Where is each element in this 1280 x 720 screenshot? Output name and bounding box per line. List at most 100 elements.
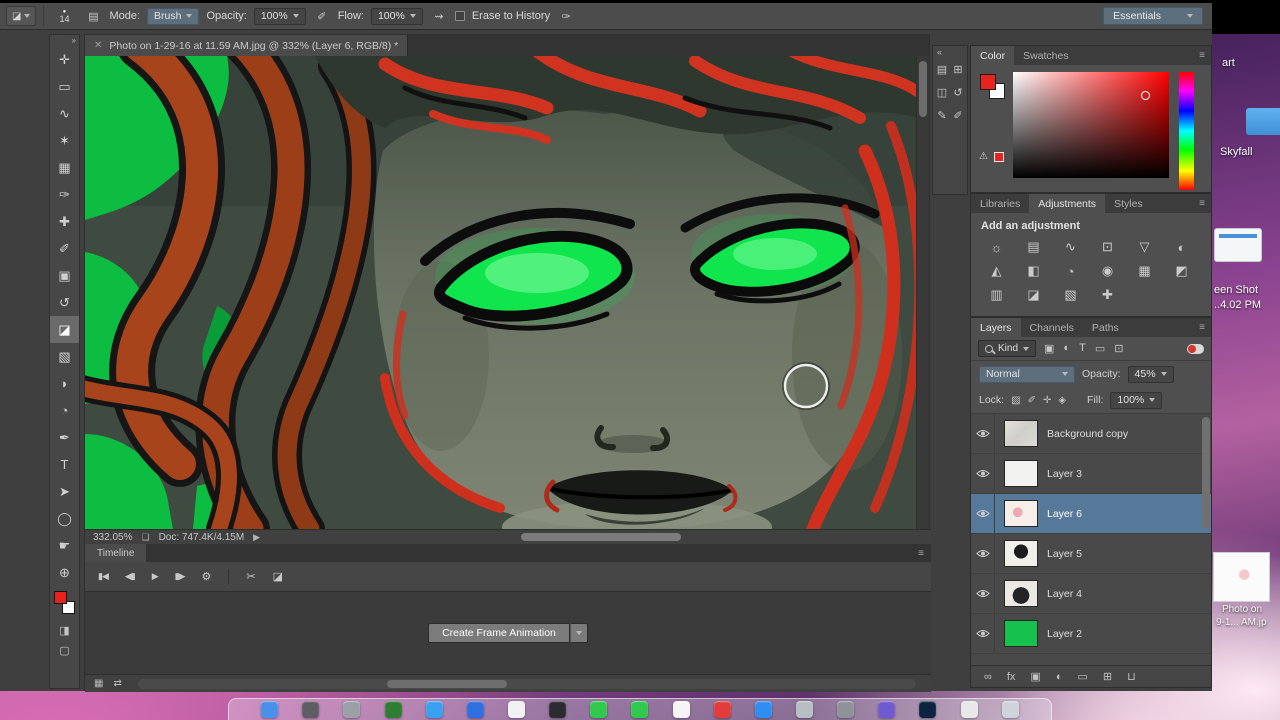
adjustment-color-lookup-icon[interactable]: ▦ (1126, 259, 1163, 283)
pressure-size-icon[interactable]: ✑ (557, 7, 575, 25)
adjustment-posterize-icon[interactable]: ▥ (978, 283, 1015, 307)
tab-color[interactable]: Color (971, 46, 1015, 65)
timeline-convert-icon[interactable]: ⇄ (113, 678, 121, 689)
pen-tool[interactable]: ✒ (50, 424, 79, 451)
opacity-dropdown[interactable]: 100% (253, 7, 306, 25)
layer-visibility-eye-icon[interactable] (971, 574, 995, 613)
dock-mail-icon[interactable] (466, 701, 484, 718)
path-selection-tool[interactable]: ➤ (50, 478, 79, 505)
adjustment-channel-mixer-icon[interactable]: ◉ (1089, 259, 1126, 283)
adjustment-gradient-map-icon[interactable]: ▧ (1052, 283, 1089, 307)
layer-thumbnail[interactable] (1004, 620, 1038, 647)
dock-messages-icon[interactable] (631, 701, 649, 718)
layer-visibility-eye-icon[interactable] (971, 534, 995, 573)
tab-styles[interactable]: Styles (1105, 194, 1152, 213)
navigator-panel-icon[interactable]: ⊞ (950, 58, 966, 81)
quick-mask-button[interactable]: ◨ (50, 620, 79, 640)
filter-adjustment-layers-icon[interactable]: ◐ (1063, 342, 1070, 355)
blur-tool[interactable]: ◗ (50, 370, 79, 397)
layer-name[interactable]: Layer 2 (1047, 628, 1082, 640)
lock-pixels-icon[interactable]: ✐ (1028, 395, 1036, 406)
saturation-brightness-field[interactable] (1013, 72, 1169, 178)
horizontal-scrollbar-thumb[interactable] (521, 533, 681, 541)
adjustment-exposure-icon[interactable]: ⊡ (1089, 235, 1126, 259)
clone-stamp-tool[interactable]: ▣ (50, 262, 79, 289)
timeline-scrollbar[interactable] (137, 678, 916, 689)
previous-frame-button[interactable]: ◀▮ (125, 571, 136, 582)
dock-facetime-icon[interactable] (590, 701, 608, 718)
tab-swatches[interactable]: Swatches (1014, 46, 1078, 65)
pressure-opacity-icon[interactable]: ✐ (313, 7, 331, 25)
eraser-tool[interactable]: ◪ (50, 316, 79, 343)
foreground-color-well[interactable] (980, 74, 996, 90)
zoom-tool[interactable]: ⊕ (50, 559, 79, 586)
adjustment-levels-icon[interactable]: ▤ (1015, 235, 1052, 259)
dock-photos-icon[interactable] (507, 701, 525, 718)
layer-visibility-eye-icon[interactable] (971, 414, 995, 453)
play-button[interactable]: ▶ (152, 571, 159, 582)
hand-tool[interactable]: ☛ (50, 532, 79, 559)
transition-icon[interactable]: ◪ (273, 570, 283, 583)
delete-layer-icon[interactable]: ⊔ (1127, 670, 1136, 683)
info-panel-icon[interactable]: ◫ (934, 81, 950, 104)
gradient-tool[interactable]: ▧ (50, 343, 79, 370)
tab-layers[interactable]: Layers (971, 318, 1021, 337)
foreground-color-swatch[interactable] (54, 591, 67, 604)
timeline-frames-icon[interactable]: ▦ (94, 678, 103, 689)
desktop-photo-label-2[interactable]: 9-1... AM.jp (1216, 617, 1267, 628)
vertical-scrollbar[interactable] (916, 56, 929, 529)
canvas[interactable] (85, 56, 918, 529)
first-frame-button[interactable]: ▮◀ (98, 571, 109, 582)
dodge-tool[interactable]: ◔ (50, 397, 79, 424)
vertical-scrollbar-thumb[interactable] (919, 61, 927, 117)
desktop-icon-label-skyfall[interactable]: Skyfall (1220, 146, 1252, 158)
dock-finder-icon[interactable] (261, 701, 279, 718)
layer-effects-icon[interactable]: fx (1007, 671, 1016, 683)
filter-toggle-switch[interactable] (1187, 343, 1204, 354)
adjustment-photo-filter-icon[interactable]: ◔ (1052, 259, 1089, 283)
dock-photo-booth-icon[interactable] (549, 701, 567, 718)
hue-slider[interactable] (1179, 72, 1194, 190)
desktop-photo-icon[interactable] (1213, 552, 1270, 602)
desktop-icon-label-art[interactable]: art (1222, 57, 1235, 69)
tab-libraries[interactable]: Libraries (971, 194, 1029, 213)
new-group-icon[interactable]: ▭ (1077, 670, 1087, 683)
airbrush-icon[interactable]: ⇝ (430, 7, 448, 25)
adjustment-vibrance-icon[interactable]: ▽ (1126, 235, 1163, 259)
history-panel-icon[interactable]: ↺ (950, 81, 966, 104)
layer-thumbnail[interactable] (1004, 580, 1038, 607)
timeline-menu-icon[interactable]: ≡ (918, 548, 924, 559)
layer-visibility-eye-icon[interactable] (971, 494, 995, 533)
dock-youtube-icon[interactable] (713, 701, 731, 718)
tab-paths[interactable]: Paths (1083, 318, 1128, 337)
layer-name[interactable]: Layer 6 (1047, 508, 1082, 520)
layer-name[interactable]: Background copy (1047, 428, 1128, 440)
workspace-dropdown[interactable]: Essentials (1103, 7, 1203, 25)
lasso-tool[interactable]: ∿ (50, 100, 79, 127)
filter-smart-objects-icon[interactable]: ⊡ (1114, 342, 1123, 355)
gamut-warning-icon[interactable]: ⚠ (979, 151, 988, 162)
mode-dropdown[interactable]: Brush (147, 7, 200, 25)
history-brush-tool[interactable]: ↺ (50, 289, 79, 316)
toggle-brush-panel-icon[interactable]: ▤ (84, 7, 102, 25)
layers-panel-menu-icon[interactable]: ≡ (1199, 322, 1205, 333)
dock-app-16-icon[interactable] (878, 701, 896, 718)
lock-position-icon[interactable]: ✛ (1043, 395, 1051, 406)
tab-adjustments[interactable]: Adjustments (1029, 194, 1106, 213)
dock-app-15-icon[interactable] (837, 701, 855, 718)
desktop-screenshot-label-1[interactable]: een Shot (1214, 284, 1258, 296)
layer-name[interactable]: Layer 4 (1047, 588, 1082, 600)
layer-name[interactable]: Layer 5 (1047, 548, 1082, 560)
adjustment-invert-icon[interactable]: ◩ (1163, 259, 1200, 283)
zoom-level[interactable]: 332.05% (93, 532, 132, 543)
dock-photoshop-icon[interactable] (919, 701, 937, 718)
filter-type-layers-icon[interactable]: T (1079, 342, 1086, 355)
layer-opacity-dropdown[interactable]: 45% (1127, 365, 1174, 383)
layer-visibility-eye-icon[interactable] (971, 454, 995, 493)
layer-row-background-copy[interactable]: Background copy (971, 414, 1211, 454)
color-picker-ring[interactable] (1141, 91, 1150, 100)
new-layer-icon[interactable]: ⊞ (1103, 670, 1112, 683)
create-animation-dropdown[interactable] (569, 623, 588, 643)
adjustment-color-balance-icon[interactable]: ◭ (978, 259, 1015, 283)
type-tool[interactable]: T (50, 451, 79, 478)
